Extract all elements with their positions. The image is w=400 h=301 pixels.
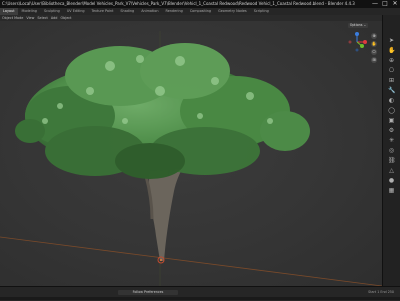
world-icon[interactable]: ◯ <box>388 107 395 114</box>
window-controls: — □ ✕ <box>372 1 398 7</box>
grid-icon[interactable]: ⊞ <box>388 77 395 84</box>
close-button[interactable]: ✕ <box>392 1 398 7</box>
playback-dropdown[interactable]: Follow Preferences <box>118 290 178 295</box>
tab-scripting[interactable]: Scripting <box>251 8 272 15</box>
tab-texture-paint[interactable]: Texture Paint <box>89 8 117 15</box>
navigation-gizmo[interactable] <box>346 31 368 53</box>
modifier-icon[interactable]: ⚙ <box>388 127 395 134</box>
wrench-icon[interactable]: 🔧 <box>388 87 395 94</box>
tree-canopy <box>15 43 310 179</box>
tab-modeling[interactable]: Modeling <box>19 8 40 15</box>
tab-animation[interactable]: Animation <box>138 8 161 15</box>
tab-sculpting[interactable]: Sculpting <box>41 8 63 15</box>
window-title: C:\Users\Local\User\Bibliotheca_Blender\… <box>2 1 355 6</box>
physics-icon[interactable]: ◎ <box>388 147 395 154</box>
tab-rendering[interactable]: Rendering <box>162 8 185 15</box>
pointer-icon[interactable]: ➤ <box>388 37 395 44</box>
tab-shading[interactable]: Shading <box>117 8 137 15</box>
tree-trunk <box>148 169 182 261</box>
minimize-button[interactable]: — <box>372 1 378 7</box>
zoom-icon[interactable]: ⊕ <box>371 33 377 39</box>
object-icon[interactable]: ▣ <box>388 117 395 124</box>
gizmo-x-icon <box>363 40 367 44</box>
particles-icon[interactable]: ✳ <box>388 137 395 144</box>
frame-range[interactable]: Start 1 End 250 <box>354 290 394 295</box>
constraints-icon[interactable]: ⛓ <box>388 157 396 164</box>
tab-uv-editing[interactable]: UV Editing <box>64 8 88 15</box>
grid-icon[interactable]: ⊞ <box>371 57 377 63</box>
workspace-tabs: Layout Modeling Sculpting UV Editing Texture… <box>0 8 400 15</box>
tab-layout[interactable]: Layout <box>0 8 18 15</box>
camera-icon[interactable]: ⎔ <box>371 49 377 55</box>
gizmo-z-icon <box>355 32 359 36</box>
texture-icon[interactable]: ▦ <box>388 187 395 194</box>
gizmo-y-icon <box>360 44 364 48</box>
tab-compositing[interactable]: Compositing <box>187 8 214 15</box>
maximize-button[interactable]: □ <box>382 1 388 7</box>
window-titlebar: C:\Users\Local\User\Bibliotheca_Blender\… <box>0 0 400 8</box>
scene-icon[interactable]: ◐ <box>388 97 395 104</box>
properties-sidebar: ➤ ✋ ⊕ ⎔ ⊞ 🔧 ◐ ◯ ▣ ⚙ ✳ ◎ ⛓ △ ● ▦ <box>382 15 400 286</box>
x-axis-line <box>0 236 382 286</box>
options-dropdown[interactable]: Options ⌄ <box>348 23 368 28</box>
camera-icon[interactable]: ⎔ <box>388 67 395 74</box>
3d-viewport[interactable]: Options ⌄ ⊕ ✋ ⎔ ⊞ <box>0 21 382 286</box>
zoom-icon[interactable]: ⊕ <box>388 57 395 64</box>
tab-geometry-nodes[interactable]: Geometry Nodes <box>215 8 250 15</box>
hand-icon[interactable]: ✋ <box>388 47 395 54</box>
hand-icon[interactable]: ✋ <box>371 41 377 47</box>
material-icon[interactable]: ● <box>388 177 395 184</box>
scene-render <box>0 31 382 286</box>
data-icon[interactable]: △ <box>388 167 395 174</box>
